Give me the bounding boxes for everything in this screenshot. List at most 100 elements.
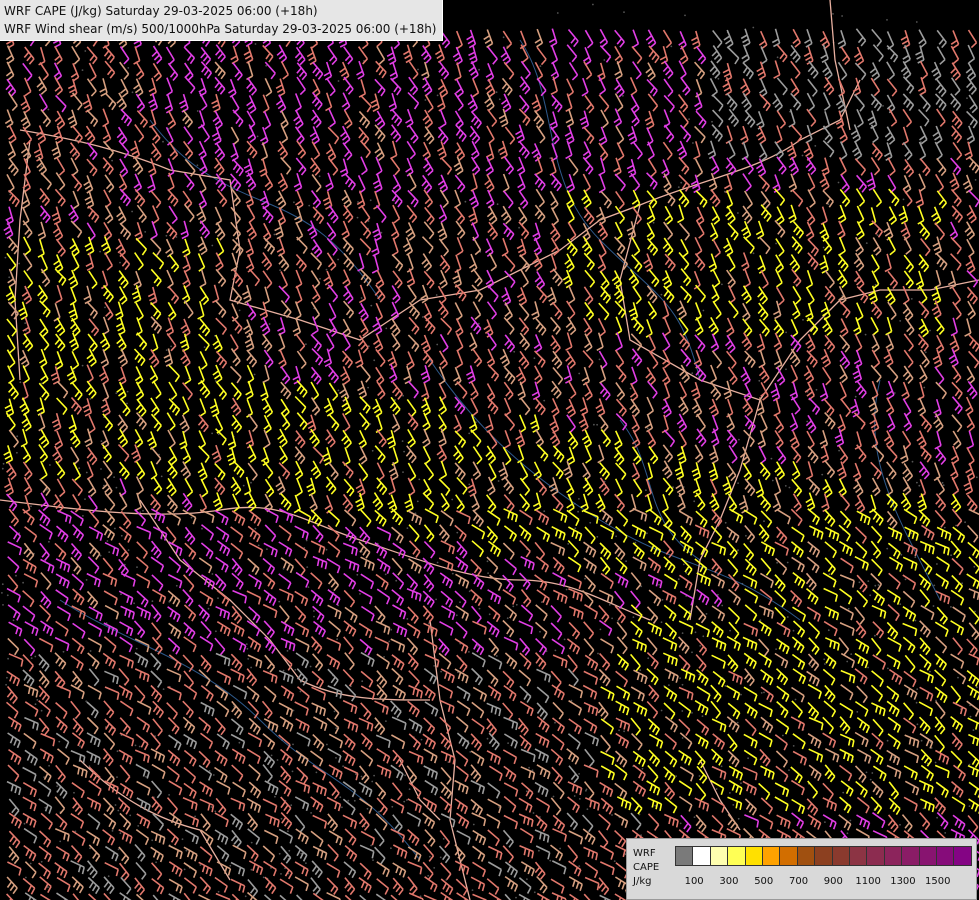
map-title-box: WRF CAPE (J/kg) Saturday 29-03-2025 06:0…: [0, 0, 443, 41]
wind-barb: [776, 446, 787, 465]
wind-barb: [885, 477, 894, 497]
wind-barb: [839, 334, 851, 353]
legend-swatch: [692, 846, 711, 866]
wind-barb: [758, 174, 770, 193]
wind-barb: [456, 830, 471, 845]
wind-barb: [341, 220, 350, 240]
wind-barb: [358, 302, 369, 322]
wind-barb: [38, 670, 50, 689]
wind-barb: [917, 381, 925, 401]
wind-barb: [535, 509, 550, 526]
wind-barb: [71, 876, 84, 894]
wind-barb: [503, 476, 515, 495]
wind-barb: [807, 814, 822, 830]
wind-barb: [695, 733, 709, 749]
wind-barb: [341, 92, 351, 112]
wind-barb: [951, 381, 963, 400]
wind-barb: [312, 61, 324, 80]
wind-barb: [884, 126, 896, 145]
wind-barb: [663, 285, 675, 304]
wind-barb: [855, 28, 867, 47]
wind-barb: [518, 414, 527, 434]
wind-barb: [275, 476, 286, 495]
wind-barb: [903, 412, 913, 432]
wind-barb: [904, 734, 920, 748]
wind-barb: [182, 558, 194, 577]
wind-barb: [454, 524, 467, 542]
wind-barb: [471, 652, 486, 668]
wind-barb: [407, 284, 417, 304]
wind-barb: [824, 270, 835, 289]
wind-barb: [327, 46, 338, 66]
wind-barb: [437, 126, 449, 145]
wind-barb: [710, 589, 723, 608]
wind-barb: [22, 365, 31, 384]
wind-barb: [312, 845, 328, 860]
wind-barb: [55, 573, 70, 589]
wind-barb: [54, 652, 67, 670]
wind-barb: [102, 748, 114, 767]
wind-barb: [519, 493, 531, 512]
wind-barb: [807, 445, 819, 464]
wind-barb: [22, 252, 33, 272]
wind-barb: [327, 126, 340, 145]
wind-barb: [676, 300, 688, 320]
wind-barb: [726, 429, 738, 448]
wind-barb: [87, 813, 101, 830]
wind-barb: [183, 733, 198, 750]
wind-barb: [84, 236, 95, 256]
wind-barb: [790, 78, 800, 97]
wind-barb: [599, 270, 610, 290]
wind-barb: [407, 462, 417, 482]
wind-barb: [232, 238, 244, 257]
wind-barb: [343, 509, 357, 527]
wind-barb: [455, 30, 463, 50]
wind-barb: [662, 589, 677, 605]
wind-barb: [631, 237, 641, 257]
wind-barb: [82, 398, 93, 417]
wind-barb: [760, 669, 774, 686]
wind-barb: [182, 509, 197, 525]
wind-barb: [104, 686, 120, 700]
wind-barb: [517, 381, 526, 401]
wind-barb: [374, 636, 390, 651]
wind-barb: [278, 702, 294, 717]
wind-barb: [168, 734, 182, 751]
wind-barb: [472, 446, 483, 465]
wind-barb: [55, 701, 68, 719]
wind-barb: [184, 526, 196, 546]
wind-barb: [438, 638, 450, 656]
wind-barb: [423, 765, 438, 780]
wind-barb: [808, 478, 821, 496]
wind-barb: [214, 61, 226, 80]
wind-barb: [568, 860, 582, 877]
wind-barb: [454, 638, 469, 654]
wind-barb: [8, 653, 24, 667]
rivers-layer: [59, 39, 941, 861]
wind-barb: [792, 220, 805, 239]
wind-barb: [22, 877, 36, 895]
wind-barb: [646, 606, 659, 624]
wind-barb: [630, 572, 642, 591]
wind-barb: [294, 796, 310, 812]
wind-barb: [307, 220, 318, 240]
wind-barb: [952, 430, 962, 450]
wind-barb: [391, 508, 404, 526]
wind-barb: [584, 731, 600, 747]
wind-barb: [5, 285, 17, 305]
wind-barb: [360, 651, 375, 667]
wind-barb: [8, 748, 22, 765]
wind-barb: [902, 302, 914, 321]
wind-barb: [152, 476, 163, 495]
wind-barb: [770, 382, 781, 402]
wind-barb: [39, 604, 52, 622]
wind-barb: [279, 894, 287, 900]
wind-barb: [148, 93, 159, 112]
wind-barb: [776, 685, 790, 702]
wind-barb: [230, 718, 244, 736]
wind-barb: [133, 620, 146, 639]
wind-barb: [519, 332, 531, 351]
wind-barb: [853, 317, 862, 336]
wind-barb: [548, 477, 559, 496]
wind-barb: [707, 140, 717, 160]
